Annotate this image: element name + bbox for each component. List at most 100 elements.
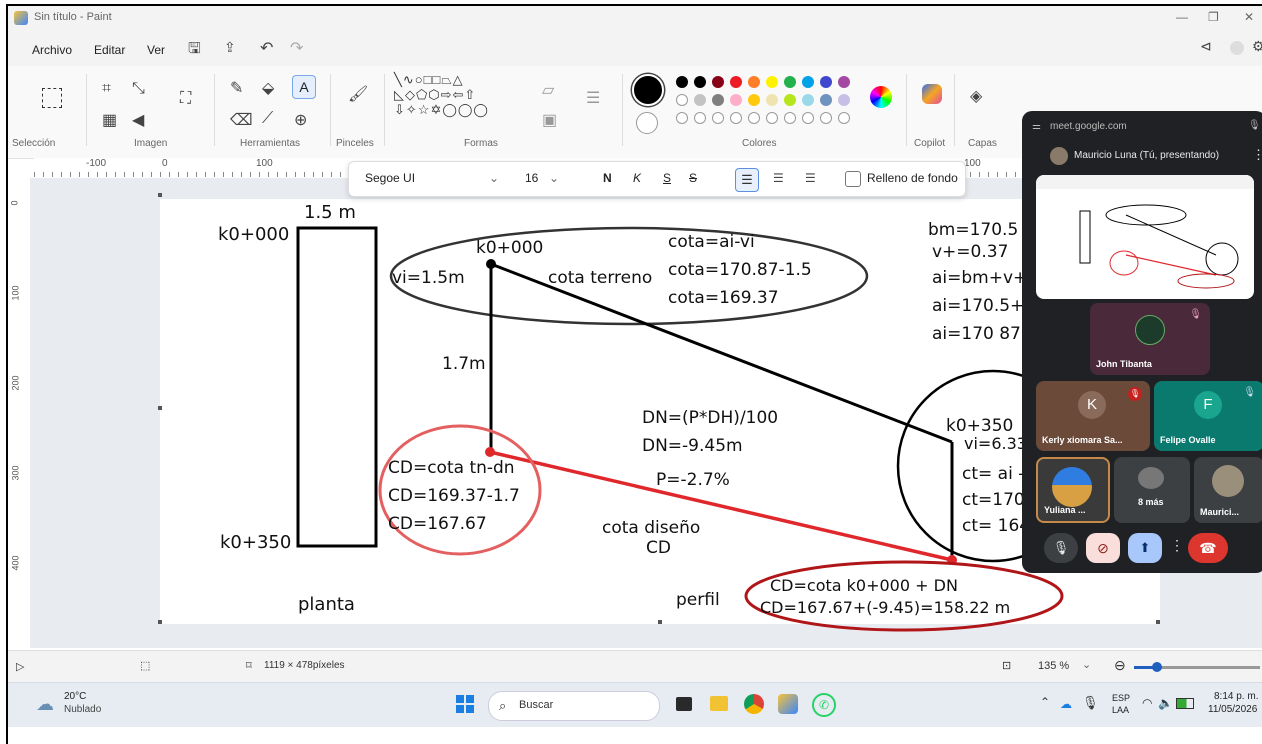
- presenter-avatar: [1050, 147, 1068, 165]
- underline-button[interactable]: S: [663, 171, 671, 185]
- participant-tile-felipe[interactable]: F 🎙 Felipe Ovalle: [1154, 381, 1262, 451]
- paint-taskbar-icon[interactable]: [778, 694, 798, 714]
- right-vi-label: vi=6.33: [964, 434, 1027, 453]
- text-format-toolbar: Segoe UI ⌄ 16 ⌄ N K S S ☰ ☰ ☰ Relleno de…: [348, 161, 966, 197]
- bottom-strip: [8, 727, 1262, 744]
- muted-icon: 🎙: [1243, 387, 1256, 398]
- zoom-select[interactable]: 135 %: [1038, 660, 1069, 672]
- participant-tile-more[interactable]: 8 más: [1114, 457, 1190, 523]
- chevron-down-icon[interactable]: ⌄: [1082, 658, 1091, 671]
- meet-mic-icon[interactable]: 🎙: [1248, 120, 1261, 131]
- meet-settings-icon[interactable]: ⚌: [1032, 121, 1041, 132]
- cursor-position-icon: ▷: [16, 661, 25, 673]
- muted-icon: 🎙: [1189, 309, 1202, 320]
- top-k0-000-label: k0+000: [476, 238, 544, 258]
- participant-avatar: [1052, 467, 1092, 507]
- battery-icon[interactable]: [1176, 698, 1194, 709]
- planta-width-label: 1.5 m: [304, 202, 356, 223]
- chevron-up-icon[interactable]: ⌃: [1040, 695, 1050, 709]
- preview-thumbnail: [1036, 175, 1254, 289]
- align-right-icon[interactable]: ☰: [805, 171, 816, 185]
- participant-tile-kerly[interactable]: K 🎙 Kerly xiomara Sa...: [1036, 381, 1150, 451]
- search-icon: ⌕: [499, 698, 507, 713]
- more-participants-label: 8 más: [1138, 497, 1164, 507]
- planta-k0-000-label: k0+000: [218, 224, 290, 245]
- vi-label: vi=1.5m: [392, 268, 465, 288]
- language-line-1[interactable]: ESP: [1112, 693, 1130, 703]
- red-point: [485, 447, 495, 457]
- ct-line-2: ct=170.: [962, 490, 1031, 510]
- zoom-slider-thumb[interactable]: [1152, 662, 1162, 672]
- participant-name: Maurici...: [1200, 507, 1240, 517]
- participant-name: John Tibanta: [1096, 359, 1152, 369]
- taskbar-search[interactable]: ⌕ Buscar: [488, 691, 660, 721]
- bottom-cd-line-1: CD=cota k0+000 + DN: [770, 576, 958, 595]
- bm-line-2: v+=0.37: [932, 242, 1009, 262]
- cd-line-1: CD=cota tn-dn: [388, 458, 515, 478]
- strikethrough-button[interactable]: S: [689, 171, 697, 185]
- planta-k0-350-label: k0+350: [220, 532, 292, 553]
- task-view-icon[interactable]: [676, 697, 692, 711]
- participant-name: Kerly xiomara Sa...: [1042, 435, 1123, 445]
- canvas-size-icon: ⌑: [246, 660, 252, 672]
- wifi-icon[interactable]: ◠: [1142, 696, 1152, 710]
- bm-line-5: ai=170 87: [932, 324, 1021, 344]
- font-family-select[interactable]: Segoe UI: [365, 171, 415, 185]
- dn-line-2: DN=-9.45m: [642, 436, 743, 456]
- participant-avatar: [1135, 315, 1165, 345]
- participant-initial-avatar: K: [1078, 391, 1106, 419]
- align-left-icon[interactable]: ☰: [735, 168, 759, 192]
- windows-start-icon[interactable]: [456, 695, 474, 713]
- chevron-down-icon[interactable]: ⌄: [549, 171, 559, 185]
- bold-button[interactable]: N: [603, 171, 612, 185]
- zoom-out-icon[interactable]: ⊖: [1114, 657, 1126, 674]
- cota-formula-3: cota=169.37: [668, 288, 779, 308]
- align-center-icon[interactable]: ☰: [773, 171, 784, 185]
- more-actions-icon[interactable]: ⋮: [1170, 537, 1184, 559]
- microphone-tray-icon[interactable]: 🎙: [1082, 695, 1099, 711]
- participant-avatar: [1212, 465, 1244, 497]
- cota-terreno-label: cota terreno: [548, 268, 653, 288]
- participant-initial-avatar: F: [1194, 391, 1222, 419]
- present-button[interactable]: ⬆: [1128, 533, 1162, 563]
- cd-label: CD: [646, 538, 671, 558]
- chevron-down-icon[interactable]: ⌄: [489, 171, 499, 185]
- presentation-preview[interactable]: [1036, 175, 1254, 299]
- cota-formula-1: cota=ai-vi: [668, 232, 755, 252]
- bottom-ellipse: [744, 560, 1064, 632]
- ct-line-1: ct= ai -: [962, 464, 1025, 484]
- bm-line-4: ai=170.5+: [932, 296, 1025, 316]
- italic-button[interactable]: K: [633, 171, 641, 185]
- camera-off-button[interactable]: ⊘: [1086, 533, 1120, 563]
- volume-icon[interactable]: 🔈: [1158, 696, 1173, 710]
- fit-icon[interactable]: ⊡: [1002, 659, 1011, 672]
- bottom-cd-line-2: CD=167.67+(-9.45)=158.22 m: [760, 598, 1011, 617]
- participant-name: Felipe Ovalle: [1160, 435, 1216, 445]
- depth-label: 1.7m: [442, 354, 486, 374]
- language-line-2[interactable]: LAA: [1112, 705, 1129, 715]
- background-fill-checkbox[interactable]: [845, 171, 861, 187]
- tray-app-icon[interactable]: ☁: [1060, 697, 1072, 711]
- mic-button[interactable]: 🎙: [1044, 533, 1078, 563]
- participant-tile-yuliana[interactable]: Yuliana ...: [1036, 457, 1110, 523]
- participant-tile-mauricio[interactable]: Maurici...: [1194, 457, 1262, 523]
- clock-time[interactable]: 8:14 p. m.: [1214, 691, 1258, 702]
- muted-icon: 🎙: [1128, 387, 1142, 401]
- font-size-select[interactable]: 16: [525, 171, 538, 185]
- canvas-dimensions: 1119 × 478píxeles: [264, 660, 345, 671]
- participant-tile-john[interactable]: 🎙 John Tibanta: [1090, 303, 1210, 375]
- leave-call-button[interactable]: ☎: [1188, 533, 1228, 563]
- clock-date[interactable]: 11/05/2026: [1208, 704, 1257, 715]
- ct-line-3: ct= 164: [962, 516, 1031, 536]
- whatsapp-icon[interactable]: ✆: [812, 693, 836, 717]
- weather-temp[interactable]: 20°C: [64, 691, 86, 702]
- chrome-icon[interactable]: [744, 694, 764, 714]
- taskbar: ☁ 20°C Nublado ⌕ Buscar ✆ ⌃ ☁ 🎙 ESP LAA …: [8, 682, 1262, 728]
- search-placeholder: Buscar: [519, 699, 554, 711]
- more-options-icon[interactable]: ⋮: [1252, 147, 1262, 163]
- file-explorer-icon[interactable]: [710, 696, 728, 711]
- weather-desc[interactable]: Nublado: [64, 704, 101, 715]
- meet-url: meet.google.com: [1050, 121, 1127, 132]
- zoom-slider[interactable]: [1134, 662, 1260, 672]
- cd-line-3: CD=167.67: [388, 514, 487, 534]
